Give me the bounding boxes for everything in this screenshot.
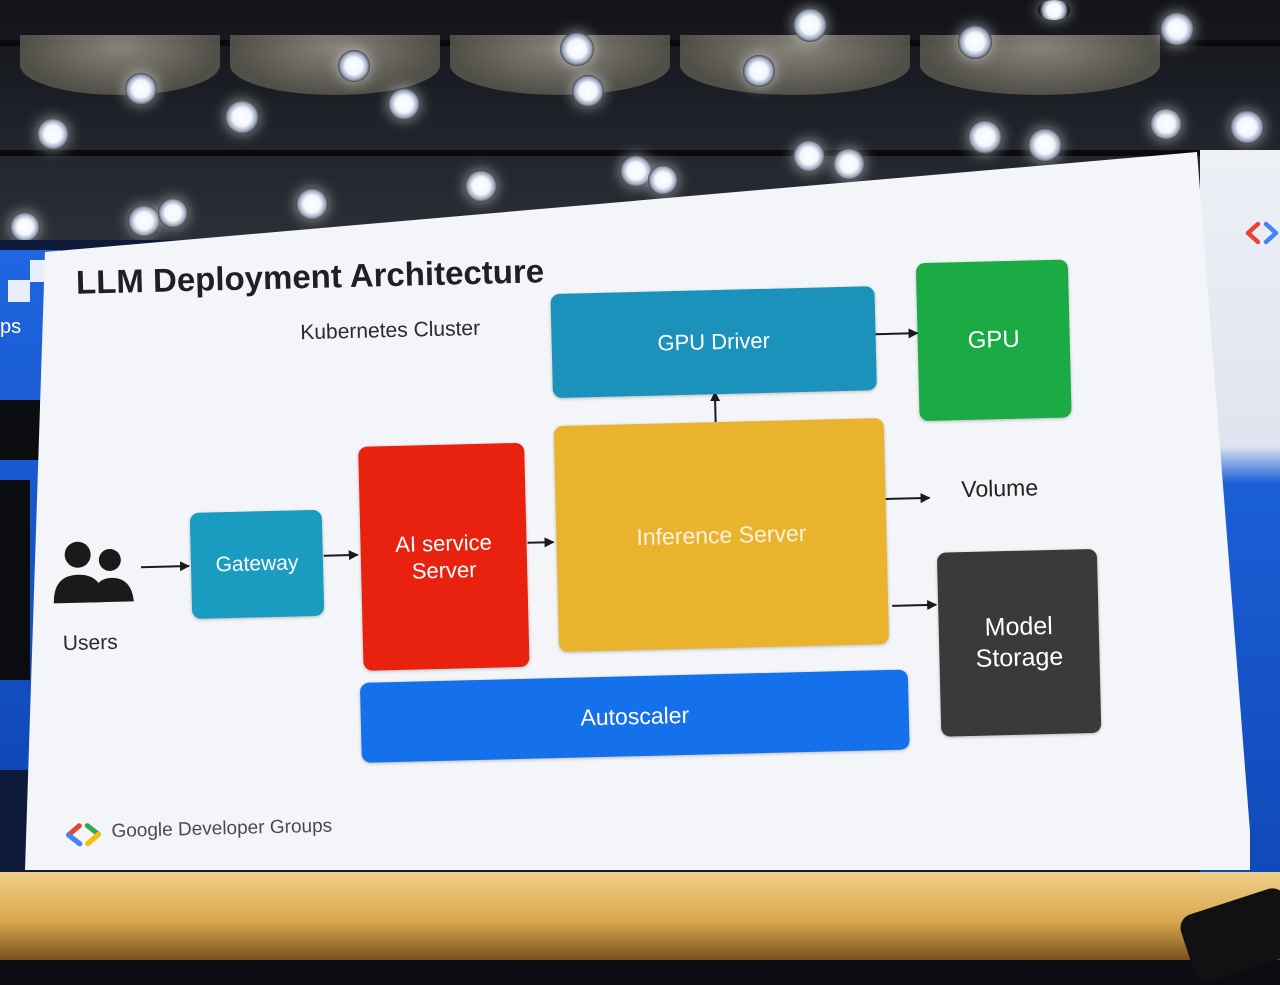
ai-service-server-label: AI service Server (394, 529, 493, 584)
gdg-logo-icon (66, 823, 102, 847)
ai-service-server-node: AI service Server (358, 442, 530, 671)
model-storage-node: Model Storage (936, 548, 1102, 737)
edge-gpu-driver-gpu (875, 328, 919, 339)
gpu-label: GPU (967, 325, 1021, 354)
edge-ai-service-inference (527, 537, 555, 548)
gpu-node: GPU (915, 259, 1072, 422)
model-storage-label: Model Storage (975, 611, 1064, 673)
gateway-label: Gateway (215, 551, 299, 577)
inference-server-label: Inference Server (636, 519, 807, 550)
inference-server-node: Inference Server (553, 418, 890, 653)
gpu-driver-node: GPU Driver (550, 286, 877, 399)
volume-label: Volume (961, 474, 1039, 503)
architecture-diagram: LLM Deployment Architecture Kubernetes C… (0, 0, 1280, 976)
autoscaler-label: Autoscaler (580, 701, 690, 731)
edge-gateway-ai-service (323, 550, 359, 561)
gateway-node: Gateway (189, 509, 325, 619)
edge-inference-volume (885, 493, 931, 504)
edge-inference-gpu-driver (710, 391, 721, 423)
gpu-driver-label: GPU Driver (657, 328, 771, 356)
autoscaler-node: Autoscaler (359, 669, 910, 763)
edge-users-gateway (140, 561, 190, 572)
edge-inference-model-storage (892, 600, 938, 611)
